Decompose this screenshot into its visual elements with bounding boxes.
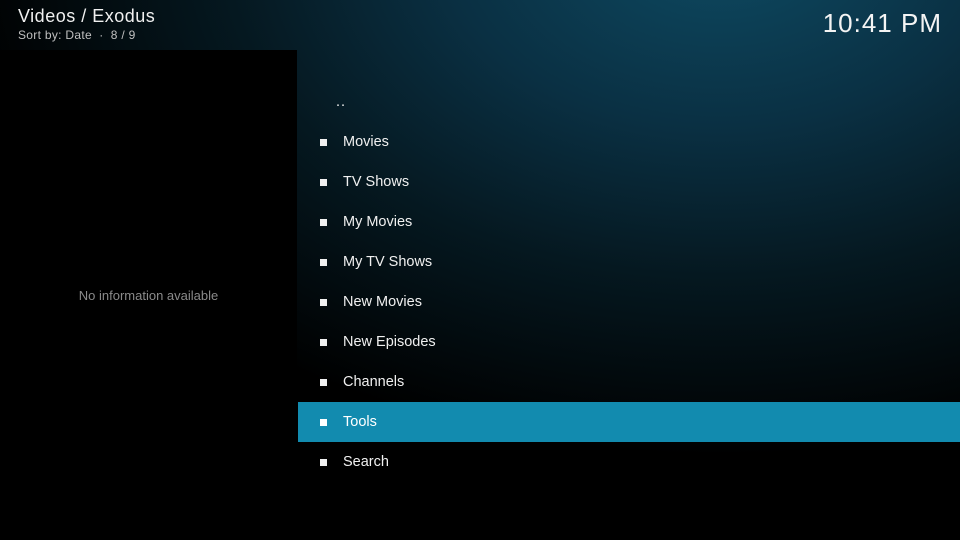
folder-icon [320,379,327,386]
list-item-label: My Movies [343,214,412,230]
sort-label: Sort by: Date [18,28,92,42]
list-item-label: Search [343,454,389,470]
list-item-label: New Movies [343,294,422,310]
list-item-new-movies[interactable]: New Movies [298,282,960,322]
list-item-label: Tools [343,414,377,430]
clock: 10:41 PM [823,8,942,39]
list-item-search[interactable]: Search [298,442,960,482]
breadcrumb[interactable]: Videos / Exodus [18,6,155,27]
list-item-label: New Episodes [343,334,436,350]
folder-icon [320,219,327,226]
list-item-tv-shows[interactable]: TV Shows [298,162,960,202]
list-item-new-episodes[interactable]: New Episodes [298,322,960,362]
list-item-channels[interactable]: Channels [298,362,960,402]
list-item-label: Channels [343,374,404,390]
list-item-label: Movies [343,134,389,150]
folder-icon [320,339,327,346]
folder-icon [320,259,327,266]
list-item-movies[interactable]: Movies [298,122,960,162]
list-position: 8 / 9 [111,28,136,42]
list-item-tools[interactable]: Tools [298,402,960,442]
folder-icon [320,459,327,466]
up-icon: .. [336,94,346,110]
menu-list: .. Movies TV Shows My Movies My TV Shows… [298,82,960,482]
info-sidebar: No information available [0,50,297,540]
header-bar: Videos / Exodus Sort by: Date · 8 / 9 10… [18,6,942,42]
folder-icon [320,299,327,306]
folder-icon [320,179,327,186]
header-left: Videos / Exodus Sort by: Date · 8 / 9 [18,6,155,42]
sort-line: Sort by: Date · 8 / 9 [18,28,155,42]
folder-icon [320,419,327,426]
list-item-up[interactable]: .. [298,82,960,122]
folder-icon [320,139,327,146]
separator-dot: · [99,28,103,42]
list-item-label: TV Shows [343,174,409,190]
list-item-my-tv-shows[interactable]: My TV Shows [298,242,960,282]
list-item-my-movies[interactable]: My Movies [298,202,960,242]
list-item-label: My TV Shows [343,254,432,270]
info-text: No information available [79,288,218,303]
